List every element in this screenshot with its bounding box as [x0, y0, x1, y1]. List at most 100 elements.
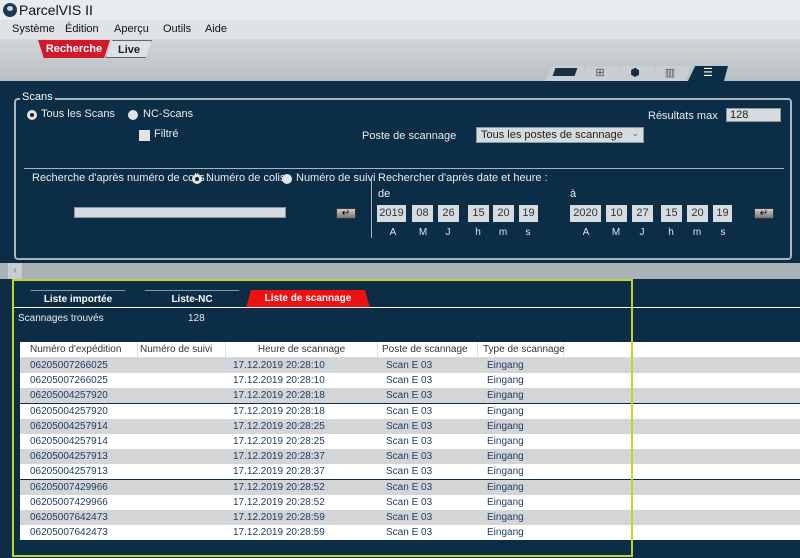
from-year[interactable]: 2019	[377, 205, 406, 222]
table-cell: Scan E 03	[386, 360, 433, 371]
table-cell: 17.12.2019 20:28:10	[233, 360, 325, 371]
menu-apercu[interactable]: Aperçu	[114, 23, 149, 35]
table-cell: Scan E 03	[386, 436, 433, 447]
to-day[interactable]: 27	[632, 205, 653, 222]
box-icon: ⬢	[630, 67, 640, 79]
unit-label: A	[582, 227, 590, 238]
scans-found-count: 128	[188, 313, 205, 324]
to-minute[interactable]: 20	[687, 205, 708, 222]
table-row[interactable]: 06205007429966 17.12.2019 20:28:52 Scan E …	[20, 494, 800, 510]
table-cell: Scan E 03	[386, 405, 433, 417]
tab-live[interactable]: Live	[106, 40, 152, 58]
parcel-number-input[interactable]	[74, 207, 286, 218]
menu-systeme[interactable]: Système	[12, 23, 55, 35]
table-row[interactable]: 06205004257914 17.12.2019 20:28:25 Scan E …	[20, 434, 800, 449]
menu-outils[interactable]: Outils	[163, 23, 191, 35]
divider	[24, 168, 784, 169]
table-cell: Scan E 03	[386, 390, 433, 402]
table-row[interactable]: 06205007266025 17.12.2019 20:28:10 Scan E …	[20, 358, 800, 373]
list-icon: ☰	[703, 67, 713, 79]
table-cell: Scan E 03	[386, 451, 433, 463]
menu-bar: Système Édition Aperçu Outils Aide	[0, 20, 800, 39]
max-results-label: Résultats max	[648, 110, 718, 122]
date-search-label: Rechercher d'après date et heure :	[378, 172, 548, 184]
tab-recherche[interactable]: Recherche	[38, 40, 110, 58]
table-cell: Eingang	[487, 375, 524, 387]
table-cell: 06205004257913	[30, 451, 108, 463]
divider	[14, 307, 800, 308]
app-title: ParcelVIS II	[19, 2, 93, 18]
table-row[interactable]: 06205004257920 17.12.2019 20:28:18 Scan E …	[20, 388, 800, 404]
unit-label: h	[475, 227, 481, 238]
table-row[interactable]: 06205004257914 17.12.2019 20:28:25 Scan E …	[20, 418, 800, 434]
horizontal-scrollbar[interactable]: ‹	[0, 263, 800, 279]
from-month[interactable]: 08	[412, 205, 433, 222]
tab-nc-list[interactable]: Liste-NC	[136, 290, 248, 308]
table-cell: Eingang	[487, 466, 524, 478]
table-row[interactable]: 06205007642473 17.12.2019 20:28:59 Scan E …	[20, 525, 800, 541]
scans-legend: Scans	[20, 91, 55, 103]
table-row[interactable]: 06205007642473 17.12.2019 20:28:59 Scan E …	[20, 510, 800, 525]
column-header[interactable]: Type de scannage	[478, 342, 565, 358]
table-cell: 17.12.2019 20:28:18	[233, 405, 325, 417]
table-row[interactable]: 06205004257920 17.12.2019 20:28:18 Scan E …	[20, 403, 800, 419]
table-cell: Scan E 03	[386, 496, 433, 508]
table-row[interactable]: 06205007429966 17.12.2019 20:28:52 Scan E …	[20, 479, 800, 495]
to-month[interactable]: 10	[606, 205, 627, 222]
chevron-down-icon: ⌄	[631, 128, 639, 138]
radio-parcel-number[interactable]	[192, 174, 202, 184]
table-cell: Eingang	[487, 360, 524, 371]
table-cell: 06205004257913	[30, 466, 108, 478]
tab-scan-list[interactable]: Liste de scannage	[246, 290, 370, 308]
table-header: Numéro d'expédition Numéro de suivi Heur…	[20, 342, 800, 358]
table-row[interactable]: 06205004257913 17.12.2019 20:28:37 Scan E …	[20, 449, 800, 465]
parcel-search-enter-button[interactable]: ↵	[336, 208, 356, 219]
from-minute[interactable]: 20	[493, 205, 514, 222]
filtered-checkbox[interactable]	[139, 130, 150, 141]
table-cell: 17.12.2019 20:28:59	[233, 512, 325, 523]
from-second[interactable]: 19	[519, 205, 538, 222]
scroll-left-icon[interactable]: ‹	[8, 263, 22, 279]
filtered-label: Filtré	[154, 128, 179, 140]
divider	[371, 178, 372, 238]
table-cell: Eingang	[487, 481, 524, 493]
column-header[interactable]: Numéro de suivi	[138, 342, 226, 358]
radio-nc-scans[interactable]	[128, 110, 138, 120]
table-row[interactable]: 06205007266025 17.12.2019 20:28:10 Scan E …	[20, 373, 800, 389]
to-label: à	[570, 188, 577, 200]
column-header[interactable]: Numéro d'expédition	[20, 342, 138, 358]
table-cell: Eingang	[487, 496, 524, 508]
grid-icon: ⊞	[595, 67, 605, 79]
radio-tracking-number[interactable]	[282, 174, 292, 184]
radio-all-scans-label: Tous les Scans	[41, 108, 115, 120]
menu-aide[interactable]: Aide	[205, 23, 227, 35]
to-second[interactable]: 19	[713, 205, 732, 222]
radio-tracking-number-label: Numéro de suivi	[296, 172, 376, 184]
to-hour[interactable]: 15	[661, 205, 682, 222]
table-cell: Scan E 03	[386, 512, 433, 523]
unit-label: M	[418, 227, 428, 238]
table-row[interactable]: 06205004257913 17.12.2019 20:28:37 Scan E …	[20, 464, 800, 480]
station-select-value: Tous les postes de scannage	[481, 129, 623, 141]
unit-label: J	[445, 227, 451, 238]
tab-imported-list[interactable]: Liste importée	[22, 290, 134, 308]
column-header[interactable]: Poste de scannage	[378, 342, 478, 358]
table-cell: 06205007429966	[30, 496, 108, 508]
from-hour[interactable]: 15	[468, 205, 489, 222]
table-cell: 06205004257914	[30, 420, 108, 432]
table-cell: 17.12.2019 20:28:25	[233, 420, 325, 432]
from-day[interactable]: 26	[438, 205, 459, 222]
station-select[interactable]: Tous les postes de scannage ⌄	[476, 127, 644, 143]
max-results-input[interactable]: 128	[726, 108, 781, 122]
app-logo-icon	[3, 3, 17, 17]
table-cell: Eingang	[487, 405, 524, 417]
radio-all-scans[interactable]	[27, 110, 37, 120]
menu-edition[interactable]: Édition	[65, 23, 99, 35]
date-search-enter-button[interactable]: ↵	[754, 208, 774, 219]
table-cell: Scan E 03	[386, 527, 433, 539]
column-header[interactable]: Heure de scannage	[226, 342, 378, 358]
table-cell: Scan E 03	[386, 481, 433, 493]
unit-label: J	[639, 227, 645, 238]
to-year[interactable]: 2020	[570, 205, 601, 222]
map-icon: ▥	[664, 67, 676, 79]
